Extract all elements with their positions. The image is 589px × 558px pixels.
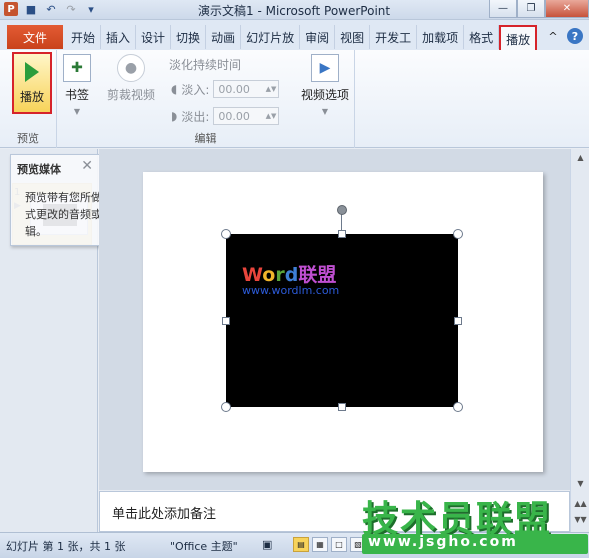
play-icon bbox=[25, 61, 39, 82]
language-icon[interactable]: ▣ bbox=[262, 538, 272, 551]
powerpoint-app-icon[interactable]: P bbox=[4, 2, 18, 16]
normal-view-icon[interactable]: ▤ bbox=[293, 537, 309, 552]
tab-view[interactable]: 视图 bbox=[335, 25, 371, 49]
film-reel-icon: ● bbox=[117, 54, 145, 82]
fade-in-input[interactable]: 00.00 ▲▼ bbox=[213, 80, 280, 98]
window-title: 演示文稿1 - Microsoft PowerPoint bbox=[198, 4, 391, 18]
bookmark-label: 书签 bbox=[64, 88, 89, 102]
tab-file[interactable]: 文件 bbox=[7, 25, 63, 49]
help-icon[interactable]: ? bbox=[567, 28, 583, 44]
group-label-preview: 预览 bbox=[17, 132, 39, 145]
slide-sorter-view-icon[interactable]: ▦ bbox=[312, 537, 328, 552]
watermark-url: www.jsgho.com bbox=[368, 534, 518, 550]
resize-handle-bottom-right[interactable] bbox=[453, 402, 463, 412]
slide-count-status: 幻灯片 第 1 张，共 1 张 bbox=[6, 540, 126, 553]
tab-developer[interactable]: 开发工 bbox=[370, 25, 418, 49]
tab-slideshow[interactable]: 幻灯片放 bbox=[241, 25, 301, 49]
restore-button[interactable]: ❐ bbox=[517, 0, 545, 18]
tab-insert[interactable]: 插入 bbox=[101, 25, 137, 49]
video-options-button[interactable]: ▶ 视频选项 ▼ bbox=[301, 54, 349, 116]
group-edit: ✚ 书签 ▼ ● 剪裁视频 淡化持续时间 ◖ 淡入: 00.00 ▲▼ ◗ 淡出:… bbox=[57, 50, 355, 148]
fade-out-label: 淡出: bbox=[181, 109, 210, 124]
minimize-ribbon-icon[interactable]: ^ bbox=[545, 28, 561, 44]
resize-handle-top-left[interactable] bbox=[221, 229, 231, 239]
spin-arrows-icon: ▲▼ bbox=[265, 85, 277, 93]
logo-url: www.wordlm.com bbox=[242, 284, 340, 297]
spin-arrows-icon: ▲▼ bbox=[265, 112, 277, 120]
bookmark-add-icon: ✚ bbox=[63, 54, 91, 82]
tab-playback[interactable]: 播放 bbox=[499, 25, 538, 51]
word-logo: Word联盟 bbox=[242, 264, 337, 286]
close-button[interactable]: ✕ bbox=[545, 0, 589, 18]
notes-placeholder: 单击此处添加备注 bbox=[112, 507, 217, 522]
tab-format[interactable]: 格式 bbox=[464, 25, 500, 49]
chevron-down-icon: ▼ bbox=[73, 107, 81, 116]
video-options-icon: ▶ bbox=[311, 54, 339, 82]
ribbon-tabs: 开始 插入 设计 切换 动画 幻灯片放 审阅 视图 开发工 加载项 格式 播放 bbox=[66, 25, 538, 51]
ribbon-tab-row: 文件 开始 插入 设计 切换 动画 幻灯片放 审阅 视图 开发工 加载项 格式 … bbox=[0, 20, 589, 51]
resize-handle-bottom-left[interactable] bbox=[221, 402, 231, 412]
tab-design[interactable]: 设计 bbox=[136, 25, 172, 49]
fade-in-row: ◖ 淡入: 00.00 ▲▼ bbox=[171, 80, 280, 98]
chevron-down-icon: ▼ bbox=[321, 107, 329, 116]
resize-handle-top-right[interactable] bbox=[453, 229, 463, 239]
video-options-label: 视频选项 bbox=[301, 88, 350, 102]
fade-duration-title: 淡化持续时间 bbox=[169, 58, 242, 72]
bookmark-button[interactable]: ✚ 书签 ▼ bbox=[63, 54, 91, 116]
tab-home[interactable]: 开始 bbox=[66, 25, 102, 49]
title-bar: P ■ ↶ ↷ ▾ 演示文稿1 - Microsoft PowerPoint —… bbox=[0, 0, 589, 20]
ribbon-tab-icons: ^ ? bbox=[545, 28, 583, 44]
slide-editor: Word联盟 www.wordlm.com bbox=[99, 149, 570, 490]
save-icon[interactable]: ■ bbox=[24, 2, 38, 16]
group-preview: 播放 预览 bbox=[0, 50, 57, 148]
resize-handle-bottom[interactable] bbox=[338, 403, 346, 411]
fade-out-input[interactable]: 00.00 ▲▼ bbox=[213, 107, 280, 125]
group-label-edit: 编辑 bbox=[194, 132, 217, 145]
window-controls: — ❐ ✕ bbox=[489, 0, 589, 18]
minimize-button[interactable]: — bbox=[489, 0, 517, 18]
fade-out-icon: ◗ bbox=[171, 109, 178, 123]
tab-review[interactable]: 审阅 bbox=[300, 25, 336, 49]
tab-transitions[interactable]: 切换 bbox=[171, 25, 207, 49]
play-button[interactable]: 播放 bbox=[12, 52, 52, 114]
view-buttons: ▤ ▦ □ ▧ bbox=[293, 537, 366, 552]
fade-in-icon: ◖ bbox=[171, 82, 178, 96]
customize-icon[interactable]: ▾ bbox=[84, 2, 98, 16]
reading-view-icon[interactable]: □ bbox=[331, 537, 347, 552]
slide-canvas[interactable]: Word联盟 www.wordlm.com bbox=[143, 172, 543, 472]
watermark: 技术员联盟 www.jsgho.com bbox=[360, 490, 589, 558]
fade-in-label: 淡入: bbox=[181, 82, 210, 97]
scroll-down-icon[interactable]: ▼ bbox=[574, 479, 587, 488]
tooltip-title: 预览媒体 bbox=[17, 163, 61, 176]
scroll-up-icon[interactable]: ▲ bbox=[574, 153, 587, 162]
undo-icon[interactable]: ↶ bbox=[44, 2, 58, 16]
trim-video-label: 剪裁视频 bbox=[107, 88, 156, 102]
vertical-scrollbar[interactable]: ▲ ▼ ▲▲ ▼▼ bbox=[570, 149, 589, 532]
resize-handle-top[interactable] bbox=[338, 230, 346, 238]
fade-out-row: ◗ 淡出: 00.00 ▲▼ bbox=[171, 107, 280, 125]
rotation-handle[interactable] bbox=[337, 205, 347, 215]
quick-access-toolbar: P ■ ↶ ↷ ▾ bbox=[4, 2, 98, 16]
close-icon[interactable]: ✕ bbox=[81, 158, 93, 174]
redo-icon[interactable]: ↷ bbox=[64, 2, 78, 16]
tab-animations[interactable]: 动画 bbox=[206, 25, 242, 49]
trim-video-button[interactable]: ● 剪裁视频 bbox=[107, 54, 155, 103]
ribbon-playback: 播放 预览 ✚ 书签 ▼ ● 剪裁视频 淡化持续时间 ◖ 淡入: 00.00 ▲▼… bbox=[0, 50, 589, 148]
play-label: 播放 bbox=[19, 89, 44, 104]
tab-addins[interactable]: 加载项 bbox=[417, 25, 465, 49]
theme-status[interactable]: "Office 主题" bbox=[170, 538, 238, 554]
video-object[interactable]: Word联盟 www.wordlm.com bbox=[226, 234, 458, 407]
resize-handle-left[interactable] bbox=[222, 317, 230, 325]
resize-handle-right[interactable] bbox=[454, 317, 462, 325]
